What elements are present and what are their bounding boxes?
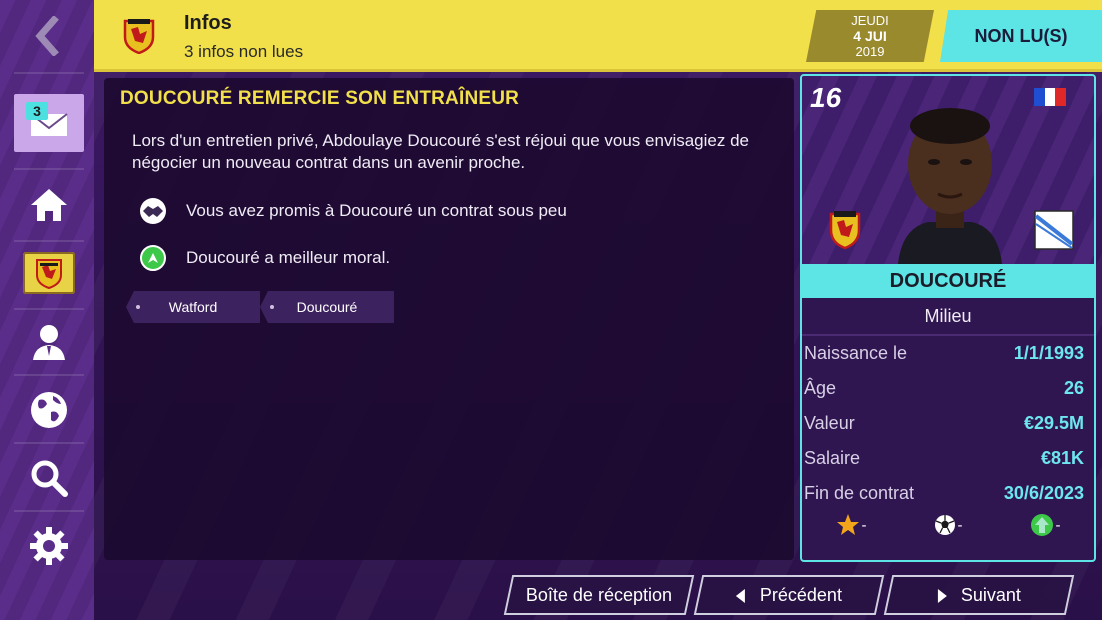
france-flag-icon — [1034, 88, 1067, 106]
unread-filter-button[interactable]: NON LU(S) — [940, 10, 1102, 62]
person-icon — [33, 325, 65, 360]
watford-crest — [36, 259, 62, 289]
sidebar-item-world[interactable] — [14, 381, 84, 439]
stat-value: 26 — [1063, 378, 1084, 398]
globe-icon — [31, 392, 67, 428]
header-bar: Infos 3 infos non lues JEUDI 4 JUI 2019 … — [94, 0, 1102, 72]
stat-value: 1/1/1993 — [1013, 343, 1084, 363]
outcome-item: Doucouré a meilleur moral. — [140, 245, 390, 271]
arrow-up-icon — [1030, 514, 1053, 536]
message-title: DOUCOURÉ REMERCIE SON ENTRAÎNEUR — [120, 88, 520, 109]
sidebar-item-inbox[interactable] — [14, 94, 84, 152]
sidebar-item-home[interactable] — [14, 176, 84, 234]
inbox-button[interactable]: Boîte de réception — [503, 575, 695, 615]
previous-button-label: Précédent — [759, 584, 843, 605]
stat-label: Âge — [804, 378, 837, 398]
date-display: JEUDI 4 JUI 2019 — [806, 10, 934, 62]
stat-label: Fin de contrat — [804, 483, 915, 503]
club-tile — [23, 252, 75, 294]
outcome-item: Vous avez promis à Doucouré un contrat s… — [140, 198, 567, 224]
handshake-icon — [140, 198, 166, 224]
message-body: Lors d'un entretien privé, Abdoulaye Dou… — [132, 131, 749, 172]
sidebar-item-club[interactable] — [14, 244, 84, 302]
chevron-left-icon — [735, 588, 745, 602]
next-button-label: Suivant — [960, 584, 1022, 605]
stat-row-salary: Salaire €81K — [802, 441, 1094, 476]
sidebar-divider — [14, 510, 84, 512]
stat-row-birth: Naissance le 1/1/1993 — [802, 336, 1094, 371]
ball-icon — [934, 515, 955, 535]
status-ball: - — [934, 514, 963, 536]
stat-row-value: Valeur €29.5M — [802, 406, 1094, 441]
player-photo-area: 16 — [802, 76, 1094, 264]
next-button[interactable]: Suivant — [883, 575, 1075, 615]
sidebar-divider — [14, 308, 84, 310]
previous-button[interactable]: Précédent — [693, 575, 885, 615]
watford-crest — [829, 211, 861, 250]
player-status-icons: - - - — [802, 508, 1094, 542]
sidebar-divider — [14, 168, 84, 170]
inbox-button-label: Boîte de réception — [525, 584, 673, 605]
stat-label: Salaire — [804, 448, 861, 468]
inbox-badge: 3 — [26, 102, 48, 120]
page-subtitle: 3 infos non lues — [184, 42, 304, 61]
morale-up-icon — [140, 245, 166, 271]
sidebar-item-settings[interactable] — [14, 517, 84, 575]
tag-label: Watford — [168, 299, 218, 315]
stat-label: Naissance le — [804, 343, 908, 363]
stat-row-contract-end: Fin de contrat 30/6/2023 — [802, 476, 1094, 511]
status-star: - — [836, 513, 867, 537]
date-year: 2019 — [855, 44, 885, 59]
player-number: 16 — [810, 82, 842, 113]
sidebar: 3 — [0, 0, 94, 620]
gear-icon — [30, 527, 68, 565]
stat-value: 30/6/2023 — [1003, 483, 1084, 503]
sidebar-divider — [14, 240, 84, 242]
tag-watford[interactable]: Watford — [126, 291, 260, 323]
star-icon — [836, 514, 859, 535]
watford-crest — [123, 19, 155, 55]
player-name: DOUCOURÉ — [802, 264, 1094, 298]
stat-label: Valeur — [804, 413, 855, 433]
sidebar-divider — [14, 442, 84, 444]
back-button[interactable] — [0, 0, 94, 72]
tag-doucoure[interactable]: Doucouré — [260, 291, 394, 323]
status-trend: - — [1030, 513, 1061, 537]
sidebar-divider — [14, 72, 84, 74]
stat-value: €81K — [1040, 448, 1084, 468]
stat-row-age: Âge 26 — [802, 371, 1094, 406]
date-weekday: JEUDI — [851, 13, 889, 28]
status-value: - — [1055, 516, 1061, 534]
player-portrait — [898, 108, 1002, 264]
home-icon — [31, 189, 67, 221]
date-day-month: 4 JUI — [853, 28, 887, 44]
player-position: Milieu — [802, 298, 1094, 336]
sidebar-item-staff[interactable] — [14, 313, 84, 371]
message-panel: DOUCOURÉ REMERCIE SON ENTRAÎNEUR Lors d'… — [104, 78, 794, 560]
page-title: Infos — [184, 12, 232, 34]
chevron-right-icon — [937, 588, 947, 602]
sidebar-item-search[interactable] — [14, 449, 84, 507]
sidebar-divider — [14, 374, 84, 376]
player-card[interactable]: 16 DOUCOURÉ Milieu Naissance le 1/1/1993 — [800, 74, 1096, 562]
status-value: - — [861, 516, 867, 534]
chevron-left-icon — [35, 16, 59, 56]
outcome-text: Doucouré a meilleur moral. — [186, 248, 391, 267]
stat-value: €29.5M — [1023, 413, 1084, 433]
header-club-logo — [122, 16, 156, 59]
status-value: - — [957, 516, 963, 534]
kit-icon — [1034, 210, 1074, 250]
tag-label: Doucouré — [296, 299, 358, 315]
search-icon — [31, 460, 68, 497]
outcome-text: Vous avez promis à Doucouré un contrat s… — [186, 201, 567, 220]
